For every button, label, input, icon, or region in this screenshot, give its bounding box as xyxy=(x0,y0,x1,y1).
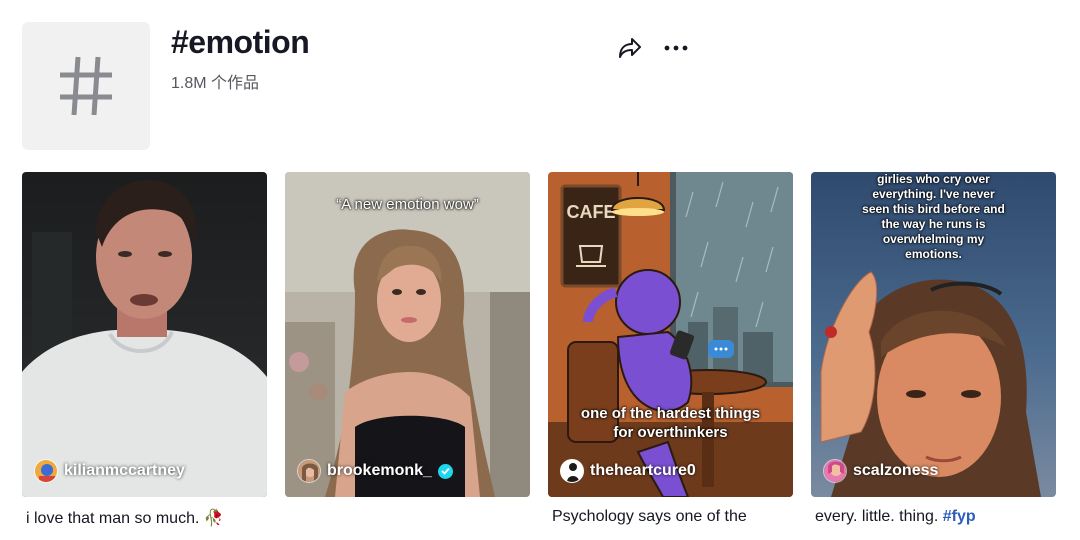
author-name: kilianmccartney xyxy=(64,462,185,479)
overlay-line: the way he runs is xyxy=(881,217,986,231)
video-thumbnail[interactable]: kilianmccartney xyxy=(22,172,267,497)
more-dots-icon xyxy=(664,45,688,51)
cafe-sign-text: CAFE xyxy=(567,202,616,222)
video-card[interactable]: kilianmccartney i love that man so much.… xyxy=(22,172,267,532)
video-card[interactable]: girlies who cry over everything. I've ne… xyxy=(811,172,1056,532)
page-title: #emotion xyxy=(171,24,310,60)
more-options-button[interactable] xyxy=(661,34,691,62)
avatar xyxy=(823,459,847,483)
share-icon xyxy=(619,38,641,58)
video-card[interactable]: “A new emotion wow” brookemonk_ xyxy=(285,172,530,532)
video-grid: kilianmccartney i love that man so much.… xyxy=(22,172,1056,532)
author-name: scalzoness xyxy=(853,462,939,479)
tag-header: #emotion 1.8M 个作品 xyxy=(22,22,1062,150)
caption-hashtag-link[interactable]: #fyp xyxy=(943,508,976,525)
video-author[interactable]: brookemonk_ xyxy=(297,459,453,483)
video-author[interactable]: kilianmccartney xyxy=(34,459,185,483)
overlay-line: emotions. xyxy=(905,247,962,261)
video-author[interactable]: scalzoness xyxy=(823,459,938,483)
overlay-line: overwhelming my xyxy=(882,232,985,246)
video-thumbnail[interactable]: “A new emotion wow” brookemonk_ xyxy=(285,172,530,497)
hashtag-cover xyxy=(22,22,150,150)
author-name: theheartcure0 xyxy=(590,462,696,479)
video-caption[interactable]: Psychology says one of the xyxy=(552,508,747,526)
overlay-line: girlies who cry over xyxy=(877,172,990,186)
video-author[interactable]: theheartcure0 xyxy=(560,459,696,483)
caption-text: every. little. thing. xyxy=(815,508,939,525)
video-overlay-text: girlies who cry over everything. I've ne… xyxy=(811,172,1056,262)
video-overlay-text: “A new emotion wow” xyxy=(336,196,479,213)
video-caption[interactable]: i love that man so much. 🥀 xyxy=(26,508,224,528)
video-thumbnail[interactable]: CAFE one of the hardest things for overt… xyxy=(548,172,793,497)
video-overlay-text: one of the hardest things for overthinke… xyxy=(548,404,793,442)
video-thumbnail[interactable]: girlies who cry over everything. I've ne… xyxy=(811,172,1056,497)
author-name: brookemonk_ xyxy=(327,462,432,479)
hashtag-icon xyxy=(60,56,112,116)
share-button[interactable] xyxy=(616,34,644,62)
video-card[interactable]: CAFE one of the hardest things for overt… xyxy=(548,172,793,532)
overlay-line: one of the hardest things xyxy=(580,405,761,422)
video-count: 1.8M 个作品 xyxy=(171,75,260,92)
video-caption[interactable]: every. little. thing. #fyp xyxy=(815,508,976,526)
avatar xyxy=(560,459,584,483)
avatar xyxy=(297,459,321,483)
video-cover-image xyxy=(285,172,530,497)
avatar xyxy=(34,459,58,483)
overlay-line: for overthinkers xyxy=(613,424,728,441)
video-cover-image: CAFE xyxy=(548,172,793,497)
video-cover-image xyxy=(22,172,267,497)
overlay-line: seen this bird before and xyxy=(862,202,1005,216)
verified-badge-icon xyxy=(437,463,453,479)
overlay-line: everything. I've never xyxy=(872,187,995,201)
